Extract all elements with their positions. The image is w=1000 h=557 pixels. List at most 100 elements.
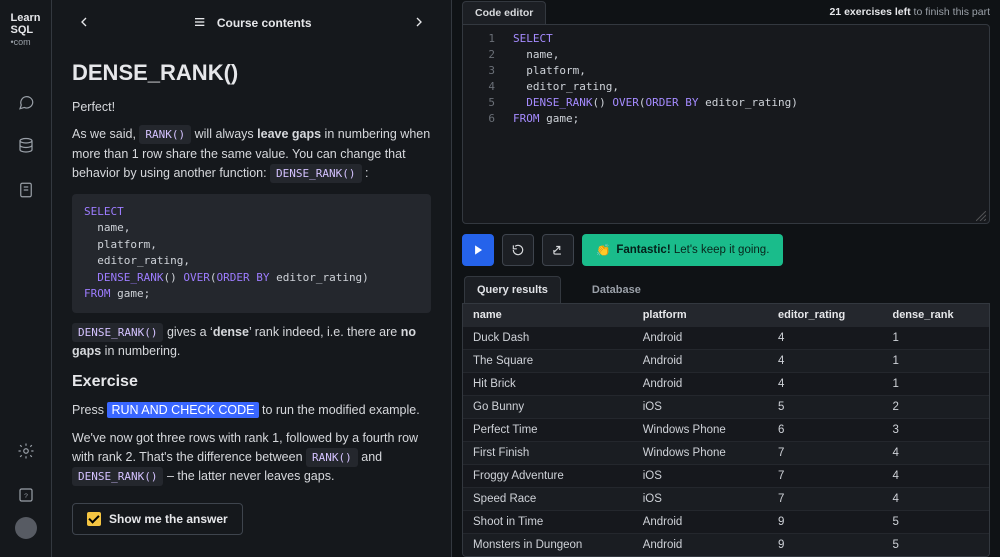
- table-row[interactable]: Go BunnyiOS52: [463, 396, 989, 419]
- table-cell: 1: [882, 373, 989, 396]
- code-line[interactable]: SELECT: [513, 31, 981, 47]
- table-cell: 5: [882, 511, 989, 534]
- table-cell: Android: [633, 511, 768, 534]
- course-contents-label: Course contents: [217, 16, 312, 30]
- database-icon[interactable]: [12, 132, 40, 160]
- toast-rest: Let's keep it going.: [671, 244, 770, 256]
- dense-rank-chip-2: DENSE_RANK(): [72, 323, 163, 342]
- table-row[interactable]: Monsters in DungeonAndroid95: [463, 534, 989, 557]
- table-row[interactable]: The SquareAndroid41: [463, 350, 989, 373]
- table-cell: Hit Brick: [463, 373, 633, 396]
- line-number: 6: [463, 111, 505, 127]
- table-cell: Android: [633, 327, 768, 350]
- table-row[interactable]: Shoot in TimeAndroid95: [463, 511, 989, 534]
- brand-l3: •com: [11, 36, 41, 48]
- code-line[interactable]: name,: [513, 47, 981, 63]
- table-cell: First Finish: [463, 442, 633, 465]
- table-cell: 4: [882, 442, 989, 465]
- table-cell: 1: [882, 327, 989, 350]
- table-cell: 7: [768, 465, 882, 488]
- feedback-toast: 👏 Fantastic! Let's keep it going.: [582, 234, 783, 266]
- share-button[interactable]: [542, 234, 574, 266]
- line-number: 3: [463, 63, 505, 79]
- brand-l1: Learn: [11, 12, 41, 24]
- table-cell: Monsters in Dungeon: [463, 534, 633, 557]
- table-cell: The Square: [463, 350, 633, 373]
- lesson-code-example: SELECT name, platform, editor_rating, DE…: [72, 194, 431, 313]
- table-row[interactable]: Duck DashAndroid41: [463, 327, 989, 350]
- exercise-heading: Exercise: [72, 373, 431, 391]
- table-cell: Android: [633, 534, 768, 557]
- course-contents-button[interactable]: Course contents: [191, 14, 311, 30]
- table-cell: Android: [633, 373, 768, 396]
- rank-chip: RANK(): [139, 125, 191, 144]
- table-row[interactable]: First FinishWindows Phone74: [463, 442, 989, 465]
- run-and-check-hint: RUN AND CHECK CODE: [107, 402, 258, 418]
- results-table-wrap[interactable]: nameplatformeditor_ratingdense_rank Duck…: [462, 304, 990, 557]
- feedback-icon[interactable]: ?: [12, 481, 40, 509]
- lesson-panel: Course contents DENSE_RANK() Perfect! As…: [52, 0, 452, 557]
- editor-gutter: 123456: [463, 25, 505, 223]
- next-lesson-button[interactable]: [405, 8, 433, 36]
- column-header[interactable]: dense_rank: [882, 304, 989, 327]
- table-cell: iOS: [633, 465, 768, 488]
- results-table: nameplatformeditor_ratingdense_rank Duck…: [463, 304, 989, 557]
- table-cell: 9: [768, 534, 882, 557]
- brand-l2: SQL: [11, 24, 34, 36]
- tab-database[interactable]: Database: [579, 276, 654, 303]
- exercise-p2: We've now got three rows with rank 1, fo…: [72, 429, 431, 487]
- column-header[interactable]: platform: [633, 304, 768, 327]
- clap-icon: 👏: [596, 243, 610, 257]
- side-rail: Learn SQL •com ?: [0, 0, 52, 557]
- editor-code[interactable]: SELECT name, platform, editor_rating, DE…: [505, 25, 989, 223]
- show-answer-button[interactable]: Show me the answer: [72, 503, 243, 535]
- run-button[interactable]: [462, 234, 494, 266]
- code-line[interactable]: editor_rating,: [513, 79, 981, 95]
- lesson-p2: DENSE_RANK() gives a ‘dense’ rank indeed…: [72, 323, 431, 362]
- code-editor[interactable]: 123456 SELECT name, platform, editor_rat…: [462, 24, 990, 224]
- editor-tab[interactable]: Code editor: [462, 1, 546, 24]
- table-cell: 6: [768, 419, 882, 442]
- table-row[interactable]: Perfect TimeWindows Phone63: [463, 419, 989, 442]
- table-row[interactable]: Hit BrickAndroid41: [463, 373, 989, 396]
- chat-icon[interactable]: [12, 88, 40, 116]
- table-cell: Shoot in Time: [463, 511, 633, 534]
- table-cell: 4: [768, 350, 882, 373]
- table-row[interactable]: Froggy AdventureiOS74: [463, 465, 989, 488]
- table-cell: 5: [882, 534, 989, 557]
- notes-icon[interactable]: [12, 176, 40, 204]
- table-cell: iOS: [633, 488, 768, 511]
- lesson-p1: As we said, RANK() will always leave gap…: [72, 125, 431, 183]
- table-cell: Android: [633, 350, 768, 373]
- resize-handle-icon[interactable]: [976, 210, 986, 220]
- line-number: 2: [463, 47, 505, 63]
- progress-label: 21 exercises left to finish this part: [829, 6, 990, 18]
- code-line[interactable]: DENSE_RANK() OVER(ORDER BY editor_rating…: [513, 95, 981, 111]
- dense-rank-chip: DENSE_RANK(): [270, 164, 361, 183]
- rank-chip-2: RANK(): [306, 448, 358, 467]
- line-number: 5: [463, 95, 505, 111]
- brand-logo[interactable]: Learn SQL •com: [7, 10, 45, 50]
- line-number: 4: [463, 79, 505, 95]
- check-icon: [87, 512, 101, 526]
- avatar[interactable]: [15, 517, 37, 539]
- exercise-p1: Press RUN AND CHECK CODE to run the modi…: [72, 401, 431, 420]
- tab-query-results[interactable]: Query results: [464, 276, 561, 303]
- code-line[interactable]: FROM game;: [513, 111, 981, 127]
- line-number: 1: [463, 31, 505, 47]
- toast-bold: Fantastic!: [616, 244, 670, 256]
- table-row[interactable]: Speed RaceiOS74: [463, 488, 989, 511]
- table-cell: Windows Phone: [633, 442, 768, 465]
- table-cell: 7: [768, 488, 882, 511]
- settings-icon[interactable]: [12, 437, 40, 465]
- column-header[interactable]: name: [463, 304, 633, 327]
- table-cell: 4: [882, 465, 989, 488]
- prev-lesson-button[interactable]: [70, 8, 98, 36]
- column-header[interactable]: editor_rating: [768, 304, 882, 327]
- table-cell: Windows Phone: [633, 419, 768, 442]
- reset-button[interactable]: [502, 234, 534, 266]
- table-cell: Go Bunny: [463, 396, 633, 419]
- code-line[interactable]: platform,: [513, 63, 981, 79]
- lesson-title: DENSE_RANK(): [72, 60, 431, 86]
- table-cell: 3: [882, 419, 989, 442]
